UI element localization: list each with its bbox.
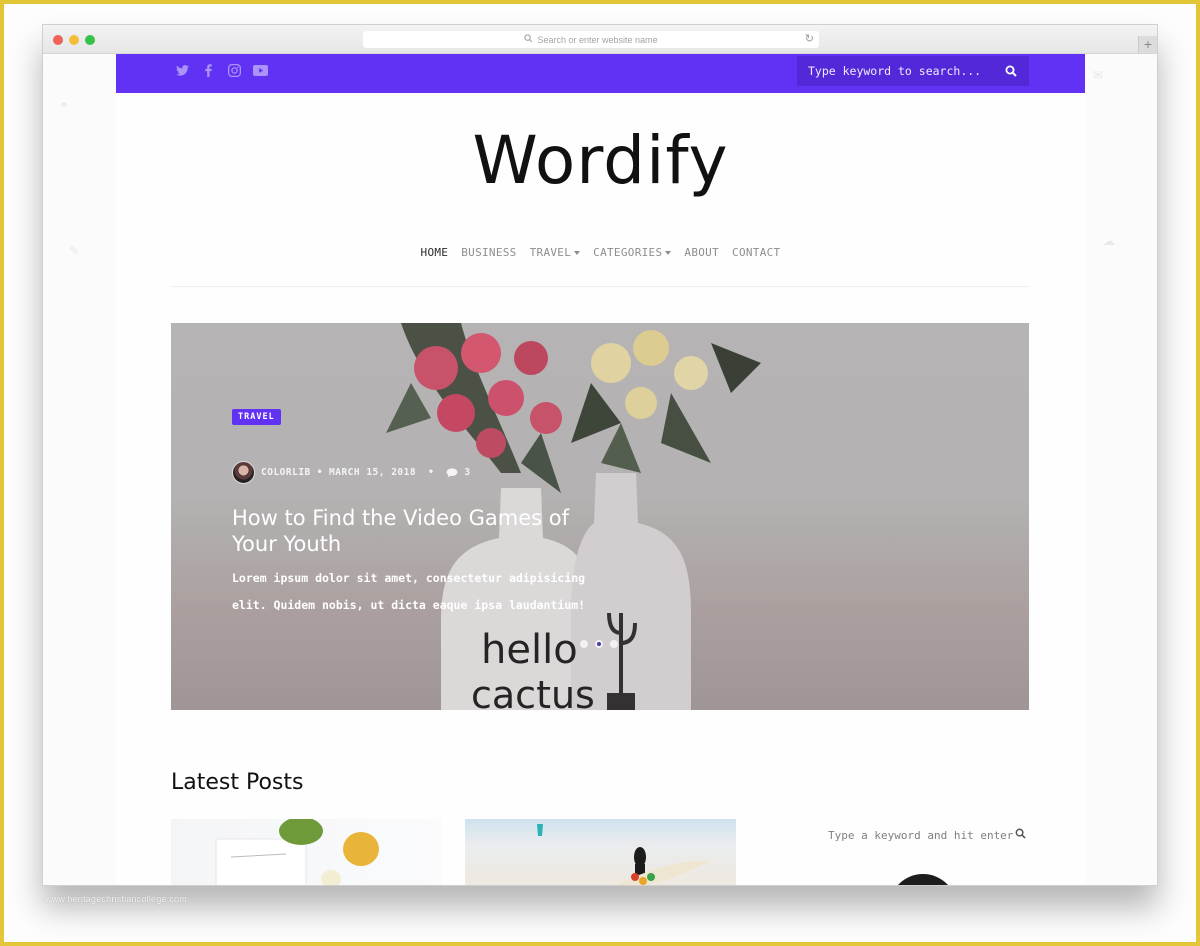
search-icon — [524, 34, 533, 45]
slider-dot-1[interactable] — [580, 640, 588, 648]
post-excerpt: Lorem ipsum dolor sit amet, consectetur … — [232, 571, 586, 612]
post-thumbnail — [537, 824, 710, 885]
post-card[interactable] — [465, 819, 736, 885]
nav-item-categories[interactable]: CATEGORIES — [593, 246, 672, 259]
twitter-icon[interactable] — [174, 62, 190, 78]
comment-count: 3 — [464, 467, 471, 478]
post-meta: COLORLIB • MARCH 15, 2018 • 3 — [232, 461, 471, 484]
address-placeholder: Search or enter website name — [537, 34, 658, 45]
browser-toolbar: Search or enter website name ↻ + — [43, 25, 1157, 54]
instagram-icon[interactable] — [226, 62, 242, 78]
nav-item-travel[interactable]: TRAVEL — [530, 246, 581, 259]
slider-dots — [580, 640, 618, 648]
nav-label: HOME — [420, 246, 449, 259]
background-doodle-icon: ✉ — [1093, 68, 1104, 82]
latest-posts-heading: Latest Posts — [171, 770, 304, 795]
nav-item-contact[interactable]: CONTACT — [732, 246, 780, 259]
header-divider — [171, 286, 1029, 287]
minimize-window-button[interactable] — [69, 35, 79, 45]
comment-icon — [446, 467, 458, 478]
sidebar-search-input[interactable]: Type a keyword and hit enter — [828, 828, 1027, 842]
category-badge[interactable]: TRAVEL — [232, 409, 281, 425]
nav-label: TRAVEL — [529, 246, 572, 259]
top-bar: Type keyword to search... — [116, 54, 1085, 93]
nav-label: ABOUT — [684, 246, 720, 259]
main-nav: HOME BUSINESS TRAVEL CATEGORIES ABOUT CO… — [116, 246, 1085, 259]
close-window-button[interactable] — [53, 35, 63, 45]
slider-dot-2[interactable] — [595, 640, 603, 648]
post-card[interactable] — [171, 819, 442, 885]
top-search-placeholder: Type keyword to search... — [808, 64, 982, 78]
reload-icon[interactable]: ↻ — [805, 32, 814, 45]
meta-separator: • — [316, 467, 323, 478]
sidebar-author-avatar — [889, 874, 957, 885]
nav-label: CONTACT — [732, 246, 781, 259]
nav-label: CATEGORIES — [593, 246, 663, 259]
nav-item-about[interactable]: ABOUT — [684, 246, 719, 259]
background-doodle-icon: ✎ — [69, 244, 80, 258]
caret-down-icon — [665, 250, 672, 255]
page-viewport: ⚭ ✎ ✉ ☁ Type keyword to search... Wordif… — [43, 54, 1157, 885]
sidebar-search-placeholder: Type a keyword and hit enter — [828, 828, 1014, 842]
background-doodle-icon: ☁ — [1103, 234, 1115, 248]
post-author[interactable]: COLORLIB — [261, 467, 311, 478]
top-search-input[interactable]: Type keyword to search... — [797, 56, 1029, 86]
nav-item-home[interactable]: HOME — [421, 246, 449, 259]
maximize-window-button[interactable] — [85, 35, 95, 45]
post-thumbnail — [215, 819, 379, 885]
social-links — [174, 62, 268, 78]
post-title[interactable]: How to Find the Video Games of Your Yout… — [232, 505, 592, 557]
youtube-icon[interactable] — [252, 62, 268, 78]
author-avatar — [232, 461, 255, 484]
slider-dot-3[interactable] — [610, 640, 618, 648]
site-logo[interactable]: Wordify — [116, 122, 1085, 199]
search-icon[interactable] — [1004, 64, 1018, 78]
watermark-text: www.heritagechristiancollege.com — [45, 894, 187, 904]
hero-slider[interactable]: hello cactus TRAVEL COLORLIB • MARCH 15,… — [171, 323, 1029, 710]
address-bar[interactable]: Search or enter website name ↻ — [363, 31, 819, 48]
post-date: MARCH 15, 2018 — [329, 467, 417, 478]
meta-separator: • — [428, 467, 435, 478]
search-icon[interactable] — [1015, 828, 1027, 842]
browser-window: Search or enter website name ↻ + ⚭ ✎ ✉ ☁ — [42, 24, 1158, 886]
site-container: Type keyword to search... Wordify HOME B… — [116, 54, 1085, 885]
new-tab-button[interactable]: + — [1138, 36, 1157, 53]
nav-item-business[interactable]: BUSINESS — [461, 246, 516, 259]
caret-down-icon — [574, 250, 581, 255]
background-doodle-icon: ⚭ — [59, 98, 70, 112]
nav-label: BUSINESS — [461, 246, 517, 259]
facebook-icon[interactable] — [200, 62, 216, 78]
